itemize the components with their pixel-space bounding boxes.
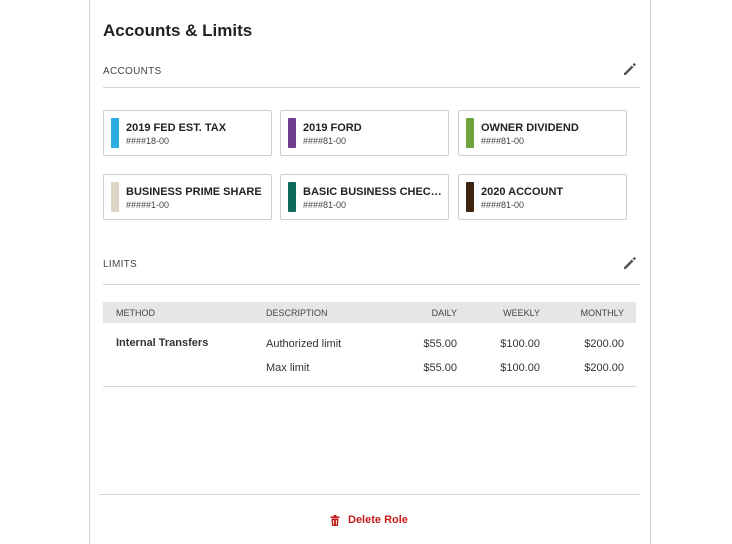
account-number: ####81-00: [303, 200, 347, 210]
account-color-swatch: [288, 182, 296, 212]
account-card[interactable]: 2020 ACCOUNT ####81-00: [458, 174, 627, 220]
delete-role-button[interactable]: Delete Role: [330, 512, 408, 528]
table-row: Max limit $55.00 $100.00 $200.00: [103, 361, 636, 383]
limit-monthly: $200.00: [584, 338, 624, 350]
account-number: #####1-00: [126, 200, 170, 210]
account-name: 2019 FORD: [303, 122, 362, 134]
account-card[interactable]: OWNER DIVIDEND ####81-00: [458, 110, 627, 156]
limit-weekly: $100.00: [500, 338, 540, 350]
column-header-weekly: WEEKLY: [503, 308, 540, 318]
account-number: ####81-00: [481, 200, 525, 210]
limits-table-header: METHOD DESCRIPTION DAILY WEEKLY MONTHLY: [103, 302, 636, 323]
limits-section-label: LIMITS: [103, 259, 138, 270]
account-color-swatch: [466, 118, 474, 148]
table-row: Internal Transfers Authorized limit $55.…: [103, 337, 636, 359]
accounts-limits-panel: Accounts & Limits ACCOUNTS 2019 FED EST.…: [89, 0, 651, 544]
account-number: ####81-00: [481, 136, 525, 146]
account-color-swatch: [111, 182, 119, 212]
account-name: OWNER DIVIDEND: [481, 122, 579, 134]
account-card[interactable]: BASIC BUSINESS CHECKI… ####81-00: [280, 174, 449, 220]
column-header-daily: DAILY: [431, 308, 457, 318]
account-name: 2020 ACCOUNT: [481, 186, 564, 198]
limit-monthly: $200.00: [584, 362, 624, 374]
limit-weekly: $100.00: [500, 362, 540, 374]
limit-description: Max limit: [266, 362, 310, 374]
limit-method: Internal Transfers: [116, 337, 209, 349]
limit-daily: $55.00: [423, 362, 457, 374]
delete-role-label: Delete Role: [348, 514, 408, 526]
account-name: 2019 FED EST. TAX: [126, 122, 227, 134]
limit-description: Authorized limit: [266, 338, 342, 350]
limits-section-header: LIMITS: [103, 255, 640, 285]
edit-limits-pencil-icon[interactable]: [622, 255, 638, 271]
table-divider: [103, 386, 636, 387]
page-title: Accounts & Limits: [103, 21, 253, 40]
account-color-swatch: [288, 118, 296, 148]
account-color-swatch: [111, 118, 119, 148]
account-number: ####81-00: [303, 136, 347, 146]
footer-divider: [99, 494, 640, 495]
account-card[interactable]: BUSINESS PRIME SHARE #####1-00: [103, 174, 272, 220]
account-name: BASIC BUSINESS CHECKI…: [303, 186, 443, 198]
account-card[interactable]: 2019 FED EST. TAX ####18-00: [103, 110, 272, 156]
account-card[interactable]: 2019 FORD ####81-00: [280, 110, 449, 156]
account-number: ####18-00: [126, 136, 170, 146]
column-header-method: METHOD: [116, 308, 155, 318]
edit-accounts-pencil-icon[interactable]: [622, 61, 638, 77]
accounts-section-header: ACCOUNTS: [103, 61, 640, 88]
account-name: BUSINESS PRIME SHARE: [126, 186, 262, 198]
accounts-section-label: ACCOUNTS: [103, 66, 162, 77]
column-header-monthly: MONTHLY: [580, 308, 624, 318]
account-color-swatch: [466, 182, 474, 212]
limit-daily: $55.00: [423, 338, 457, 350]
trash-icon: [330, 514, 340, 526]
column-header-description: DESCRIPTION: [266, 308, 328, 318]
